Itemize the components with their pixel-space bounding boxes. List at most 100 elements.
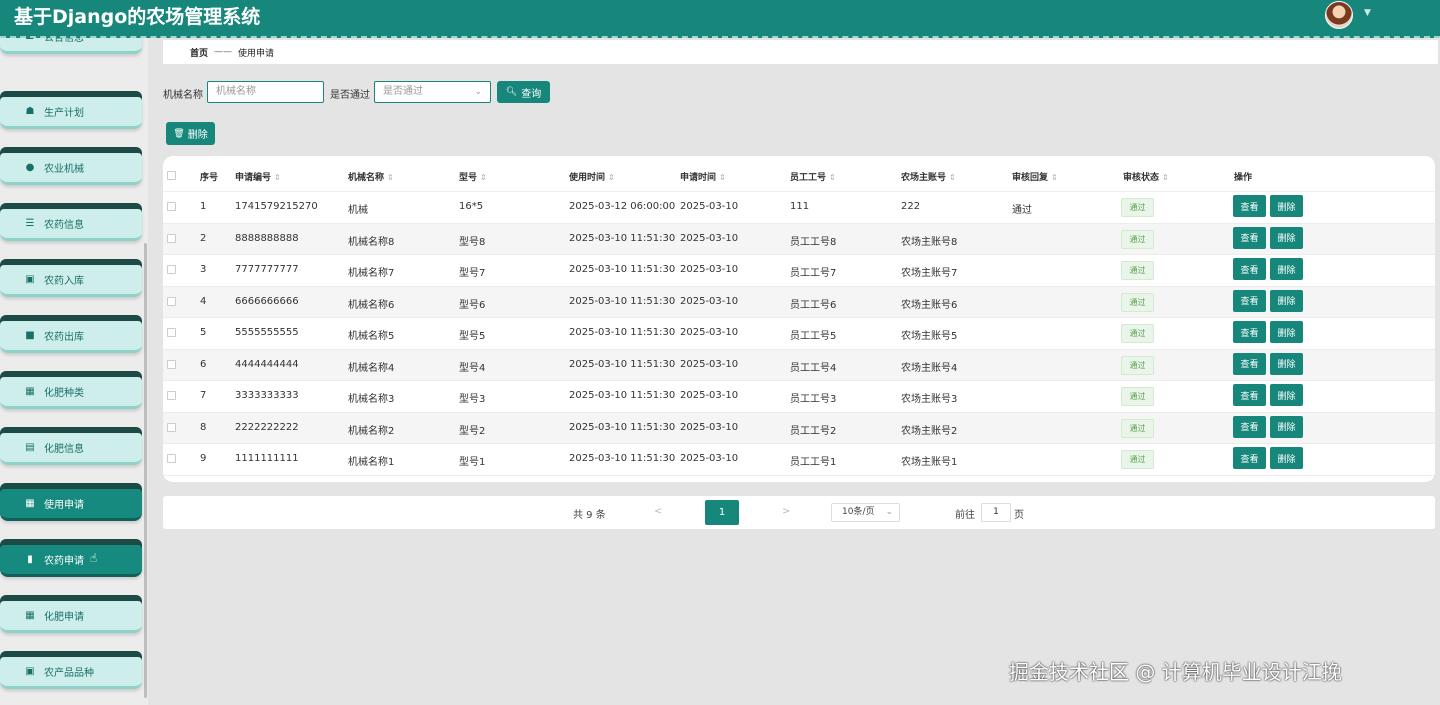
sidebar-item-card[interactable]: ▦ 使用申请 xyxy=(0,489,142,521)
row-checkbox[interactable] xyxy=(167,328,176,337)
sort-icon[interactable]: ⇕ xyxy=(1051,173,1058,182)
row-checkbox[interactable] xyxy=(167,202,176,211)
breadcrumb-home[interactable]: 首页 xyxy=(190,46,208,59)
sidebar-item-label: 农药申请 xyxy=(44,556,84,567)
delete-button[interactable]: 删除 xyxy=(1270,258,1303,280)
sidebar-scrollbar[interactable] xyxy=(144,243,147,698)
search-icon: 🔍︎ xyxy=(505,87,518,97)
row-checkbox[interactable] xyxy=(167,233,176,243)
column-header[interactable]: 员工工号 ⇕ xyxy=(790,170,836,183)
sidebar-item-card[interactable]: ▦ 化肥种类 xyxy=(0,377,142,409)
pagination-total: 共 9 条 xyxy=(573,510,606,521)
page-size-select[interactable]: 10条/页 ⌄ xyxy=(831,503,900,522)
user-avatar[interactable] xyxy=(1325,1,1353,29)
sidebar-item[interactable]: ▣ 农药入库 xyxy=(0,259,142,299)
view-button[interactable]: 查看 xyxy=(1233,447,1266,469)
column-header[interactable]: 使用时间 ⇕ xyxy=(569,170,615,183)
table-cell: 9 xyxy=(200,453,207,464)
next-page-button[interactable]: > xyxy=(782,506,790,517)
sidebar-item-card[interactable]: ☰ 农药信息 xyxy=(0,209,142,241)
sort-icon[interactable]: ⇕ xyxy=(949,173,956,182)
column-header[interactable]: 机械名称 ⇕ xyxy=(348,170,394,183)
sidebar-item[interactable]: ▦ 化肥申请 xyxy=(0,595,142,635)
column-header[interactable]: 申请时间 ⇕ xyxy=(680,170,726,183)
prev-page-button[interactable]: < xyxy=(654,506,662,517)
sidebar-item-card[interactable]: ☗ 生产计划 xyxy=(0,97,142,129)
row-checkbox[interactable] xyxy=(167,454,176,463)
sidebar-item[interactable]: ☗ 生产计划 xyxy=(0,91,142,131)
approved-select[interactable]: 是否通过 ⌄ xyxy=(374,81,491,103)
sidebar-item[interactable]: ▣ 农产品品种 xyxy=(0,651,142,691)
sort-icon[interactable]: ⇕ xyxy=(274,173,281,182)
sidebar-item-card[interactable]: ■ 农药出库 xyxy=(0,321,142,353)
view-button[interactable]: 查看 xyxy=(1233,352,1266,375)
list-icon: ☰ xyxy=(25,218,35,229)
sidebar-item-card[interactable]: ● 农业机械 xyxy=(0,153,142,185)
sidebar-item[interactable]: ▦ 使用申请 xyxy=(0,483,142,523)
sidebar-item-card[interactable]: ▮ 农药申请 xyxy=(0,545,142,577)
delete-button[interactable]: 删除 xyxy=(1270,321,1303,343)
sidebar-item[interactable]: ☰ 公告信息 xyxy=(0,38,142,56)
sidebar-item[interactable]: ▤ 化肥信息 xyxy=(0,427,142,467)
sidebar-item-card[interactable]: ▦ 化肥申请 xyxy=(0,601,142,633)
machine-name-label: 机械名称 xyxy=(163,90,203,101)
view-button[interactable]: 查看 xyxy=(1233,289,1266,312)
column-header[interactable]: 农场主账号 ⇕ xyxy=(901,170,956,183)
status-badge: 通过 xyxy=(1121,387,1154,406)
row-checkbox[interactable] xyxy=(167,359,176,369)
column-header[interactable]: 申请编号 ⇕ xyxy=(235,170,281,183)
delete-button[interactable]: 删除 xyxy=(1270,226,1303,249)
sidebar-item[interactable]: ▮ 农药申请 xyxy=(0,539,142,579)
table-cell: 6666666666 xyxy=(235,295,299,307)
row-checkbox[interactable] xyxy=(167,391,176,400)
goto-page-input[interactable]: 1 xyxy=(981,503,1011,522)
view-button[interactable]: 查看 xyxy=(1233,415,1266,438)
sort-icon[interactable]: ⇕ xyxy=(608,173,615,182)
delete-button[interactable]: 删除 xyxy=(1270,415,1303,438)
query-button[interactable]: 🔍︎ 查询 xyxy=(497,81,550,103)
column-header[interactable]: 审核状态 ⇕ xyxy=(1123,170,1169,183)
column-header-label: 员工工号 xyxy=(790,173,827,183)
delete-button[interactable]: 删除 xyxy=(1270,447,1303,469)
view-button[interactable]: 查看 xyxy=(1233,321,1266,343)
chevron-down-icon: ⌄ xyxy=(885,507,893,517)
row-checkbox[interactable] xyxy=(167,265,176,274)
sidebar-item-card[interactable]: ▣ 农药入库 xyxy=(0,265,142,297)
sort-icon[interactable]: ⇕ xyxy=(1162,173,1169,182)
sort-icon[interactable]: ⇕ xyxy=(387,173,394,182)
column-header-label: 机械名称 xyxy=(348,173,385,183)
table-row: 7 3333333333 机械名称3 型号3 2025-03-10 11:51:30 20… xyxy=(163,381,1435,413)
sidebar-item[interactable]: ■ 农药出库 xyxy=(0,315,142,355)
page-1-button[interactable]: 1 xyxy=(705,500,739,525)
delete-button[interactable]: 删除 xyxy=(1270,289,1303,312)
select-all-checkbox[interactable] xyxy=(167,171,176,180)
column-header[interactable]: 审核回复 ⇕ xyxy=(1012,170,1058,183)
sort-icon[interactable]: ⇕ xyxy=(829,173,836,182)
delete-button[interactable]: 删除 xyxy=(1270,195,1303,217)
view-button[interactable]: 查看 xyxy=(1233,384,1266,406)
table-cell: 2025-03-10 xyxy=(680,232,739,244)
column-header[interactable]: 型号 ⇕ xyxy=(459,170,487,183)
table-cell: 机械名称6 xyxy=(348,299,395,311)
delete-button[interactable]: 删除 xyxy=(1270,352,1303,375)
table-cell: 2025-03-10 11:51:30 xyxy=(569,421,676,433)
sidebar-item[interactable]: ▦ 化肥种类 xyxy=(0,371,142,411)
view-button[interactable]: 查看 xyxy=(1233,195,1266,217)
status-badge: 通过 xyxy=(1121,292,1154,312)
sidebar-item-card[interactable]: ▤ 化肥信息 xyxy=(0,433,142,465)
sort-icon[interactable]: ⇕ xyxy=(719,173,726,182)
sidebar-item-card[interactable]: ▣ 农产品品种 xyxy=(0,657,142,689)
sort-icon[interactable]: ⇕ xyxy=(480,173,487,182)
delete-button[interactable]: 删除 xyxy=(1270,384,1303,406)
sidebar-item[interactable]: ● 农业机械 xyxy=(0,147,142,187)
sidebar-item[interactable]: ☰ 农药信息 xyxy=(0,203,142,243)
view-button[interactable]: 查看 xyxy=(1233,258,1266,280)
sidebar-item-card[interactable]: ☰ 公告信息 xyxy=(0,38,142,54)
machine-name-input[interactable]: 机械名称 xyxy=(207,81,324,103)
table-cell: 型号1 xyxy=(459,457,486,468)
batch-delete-button[interactable]: 🗑︎ 删除 xyxy=(166,122,215,145)
row-checkbox[interactable] xyxy=(167,422,176,432)
caret-down-icon[interactable]: ▼ xyxy=(1364,8,1371,18)
view-button[interactable]: 查看 xyxy=(1233,226,1266,249)
row-checkbox[interactable] xyxy=(167,296,176,306)
